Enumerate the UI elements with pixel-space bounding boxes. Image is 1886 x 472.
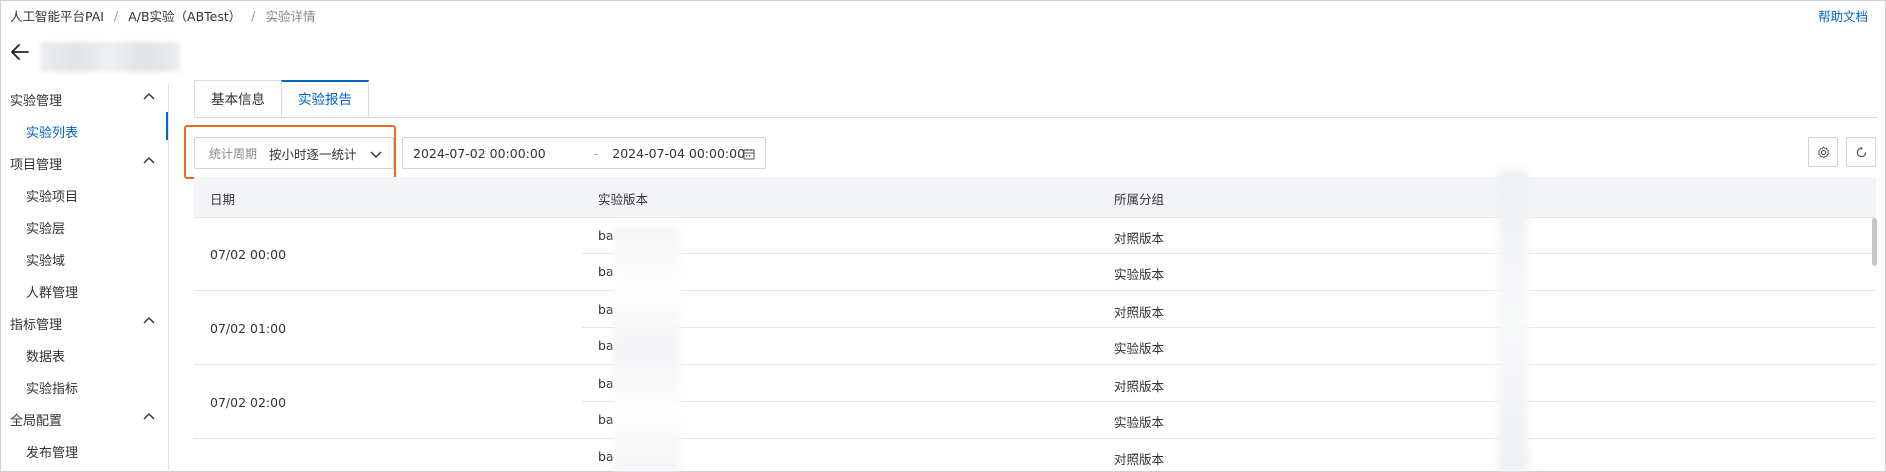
date-separator: -: [593, 145, 599, 161]
breadcrumb-item-current: 实验详情: [265, 9, 316, 24]
date-cell: 07/02 02:00: [210, 395, 287, 410]
version-cell: ba: [598, 449, 614, 464]
group-cell: 对照版本: [1114, 379, 1165, 394]
group-cell: 实验版本: [1114, 267, 1165, 282]
refresh-icon: [1856, 146, 1867, 158]
tab-experiment-report[interactable]: 实验报告: [281, 80, 369, 118]
tab-basic-info[interactable]: 基本信息: [194, 80, 282, 118]
chevron-up-icon[interactable]: [142, 154, 156, 168]
group-cell: 对照版本: [1114, 231, 1165, 246]
column-header-group: 所属分组: [1114, 192, 1165, 207]
calendar-icon[interactable]: [743, 148, 755, 160]
sidebar-item-experiment-layer[interactable]: 实验层: [26, 218, 65, 237]
breadcrumb-item-abtest[interactable]: A/B实验（ABTest）: [128, 6, 241, 25]
experiment-title-redacted: [40, 42, 180, 72]
row-divider: [582, 401, 1876, 402]
chevron-up-icon[interactable]: [142, 410, 156, 424]
chevron-down-icon: [370, 151, 382, 158]
version-cell: ba: [598, 264, 614, 279]
table-row: 07/02 01:00 ba 对照版本 ba 实验版本: [194, 291, 1876, 365]
column-redacted-overlay: [1498, 170, 1528, 472]
settings-button[interactable]: [1808, 137, 1838, 167]
chevron-up-icon[interactable]: [142, 314, 156, 328]
chevron-up-icon[interactable]: [142, 90, 156, 104]
breadcrumb-item-pai[interactable]: 人工智能平台PAI: [10, 6, 104, 25]
sidebar-item-experiment-metrics[interactable]: 实验指标: [26, 378, 78, 397]
version-cell: ba: [598, 338, 614, 353]
sidebar-group-metrics[interactable]: 指标管理: [10, 314, 62, 333]
sidebar-group-experiment[interactable]: 实验管理: [10, 90, 62, 109]
group-cell: 实验版本: [1114, 415, 1165, 430]
sidebar-item-experiment-list[interactable]: 实验列表: [26, 122, 78, 141]
refresh-button[interactable]: [1846, 137, 1876, 167]
sidebar-item-data-table[interactable]: 数据表: [26, 346, 65, 365]
table-row: 07/02 02:00 ba 对照版本 ba 实验版本: [194, 365, 1876, 439]
tab-divider: [194, 117, 1878, 118]
date-cell: 07/02 01:00: [210, 321, 287, 336]
row-divider: [582, 253, 1876, 254]
start-date[interactable]: 2024-07-02 00:00:00: [413, 146, 546, 161]
version-cell: ba: [598, 302, 614, 317]
date-range-picker[interactable]: 2024-07-02 00:00:00 - 2024-07-04 00:00:0…: [402, 137, 766, 169]
group-cell: 对照版本: [1114, 305, 1165, 320]
sidebar-group-global-config[interactable]: 全局配置: [10, 410, 62, 429]
period-select-value: 按小时逐一统计: [269, 146, 357, 162]
date-cell: 07/02 00:00: [210, 247, 287, 262]
sidebar-item-crowd-management[interactable]: 人群管理: [26, 282, 78, 301]
table-row: ba 对照版本: [194, 439, 1876, 472]
column-header-date: 日期: [210, 192, 236, 207]
table-row: 07/02 00:00 ba 对照版本 ba 实验版本: [194, 217, 1876, 291]
report-table: 日期 实验版本 所属分组: [194, 177, 1876, 218]
version-cell: ba: [598, 412, 614, 427]
sidebar-group-project[interactable]: 项目管理: [10, 154, 62, 173]
help-docs-link[interactable]: 帮助文档: [1818, 6, 1868, 25]
sidebar-item-experiment-domain[interactable]: 实验域: [26, 250, 65, 269]
table-scrollbar[interactable]: [1872, 218, 1877, 266]
sidebar-item-experiment-project[interactable]: 实验项目: [26, 186, 78, 205]
table-header: 日期 实验版本 所属分组: [194, 177, 1876, 218]
end-date[interactable]: 2024-07-04 00:00:00: [612, 146, 745, 161]
period-select[interactable]: 统计周期 按小时逐一统计: [194, 137, 394, 169]
sidebar: 实验管理 实验列表 项目管理 实验项目 实验层 实验域 人群管理 指标管理 数据…: [0, 84, 169, 472]
breadcrumb: 人工智能平台PAI / A/B实验（ABTest） / 实验详情: [10, 6, 316, 25]
period-select-label: 统计周期: [209, 146, 258, 161]
sidebar-item-release-management[interactable]: 发布管理: [26, 442, 78, 461]
breadcrumb-separator: /: [251, 8, 256, 23]
row-divider: [582, 327, 1876, 328]
back-arrow-icon[interactable]: [8, 40, 32, 64]
breadcrumb-separator: /: [113, 8, 119, 23]
tab-bar: 基本信息 实验报告: [194, 80, 369, 118]
group-cell: 实验版本: [1114, 341, 1165, 356]
version-cell: ba: [598, 228, 614, 243]
column-header-version: 实验版本: [598, 192, 649, 207]
sidebar-active-indicator: [166, 112, 168, 140]
gear-icon: [1817, 146, 1830, 159]
version-cell: ba: [598, 376, 614, 391]
group-cell: 对照版本: [1114, 452, 1165, 467]
version-redacted-overlay: [614, 228, 680, 472]
